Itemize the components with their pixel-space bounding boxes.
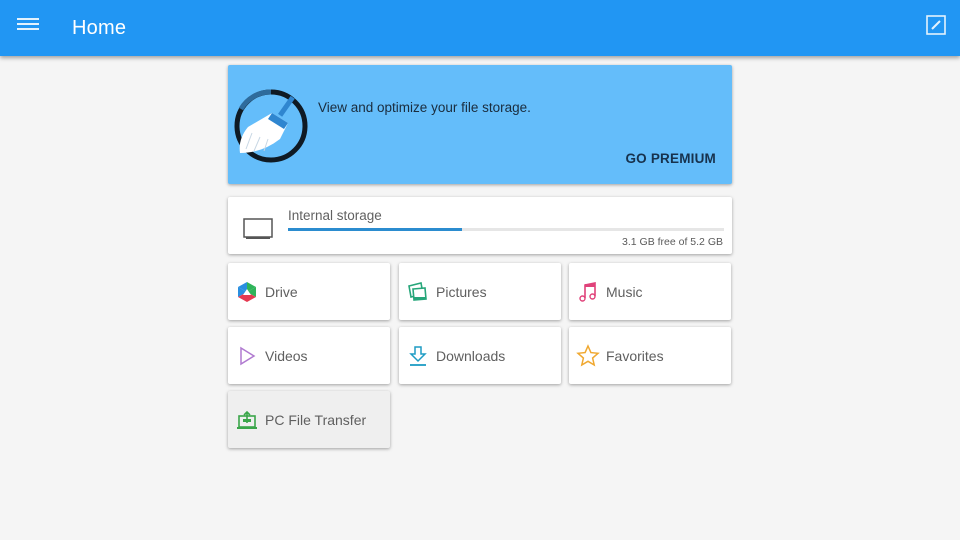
tile-downloads[interactable]: Downloads (399, 327, 561, 384)
drive-icon (238, 282, 256, 302)
tile-label: Music (606, 284, 643, 300)
broom-cleaner-icon (234, 89, 308, 163)
star-icon (576, 344, 600, 367)
storage-info: 3.1 GB free of 5.2 GB (622, 236, 723, 248)
tile-label: Favorites (606, 348, 664, 364)
hamburger-menu-icon (17, 18, 39, 20)
tile-label: Downloads (436, 348, 506, 364)
app-bar: Home (0, 0, 960, 56)
go-premium-button[interactable]: GO PREMIUM (625, 151, 716, 166)
tile-label: PC File Transfer (265, 412, 367, 428)
play-icon (240, 346, 256, 366)
tile-label: Drive (265, 284, 298, 300)
tile-pc-file-transfer[interactable]: PC File Transfer (228, 391, 390, 448)
tile-music[interactable]: Music (569, 263, 731, 320)
pictures-icon (408, 282, 427, 301)
promo-text: View and optimize your file storage. (318, 100, 531, 115)
tile-favorites[interactable]: Favorites (569, 327, 731, 384)
tile-pictures[interactable]: Pictures (399, 263, 561, 320)
premium-promo-card[interactable]: View and optimize your file storage. GO … (228, 65, 732, 184)
download-icon (409, 346, 427, 366)
menu-button[interactable] (14, 14, 42, 36)
hamburger-menu-icon-line (17, 23, 39, 25)
pc-transfer-icon (237, 410, 257, 429)
music-note-icon (579, 282, 596, 302)
page-title: Home (72, 17, 127, 39)
edit-button[interactable] (924, 13, 948, 37)
edit-icon (926, 15, 946, 35)
tile-label: Videos (265, 348, 308, 364)
hamburger-menu-icon-line (17, 28, 39, 30)
internal-storage-card[interactable]: Internal storage 3.1 GB free of 5.2 GB (228, 197, 732, 254)
storage-progress-bar (288, 228, 724, 231)
monitor-icon (243, 218, 273, 239)
storage-label: Internal storage (288, 208, 382, 223)
storage-progress-fill (288, 228, 463, 231)
tile-label: Pictures (436, 284, 487, 300)
tile-drive[interactable]: Drive (228, 263, 390, 320)
tile-videos[interactable]: Videos (228, 327, 390, 384)
